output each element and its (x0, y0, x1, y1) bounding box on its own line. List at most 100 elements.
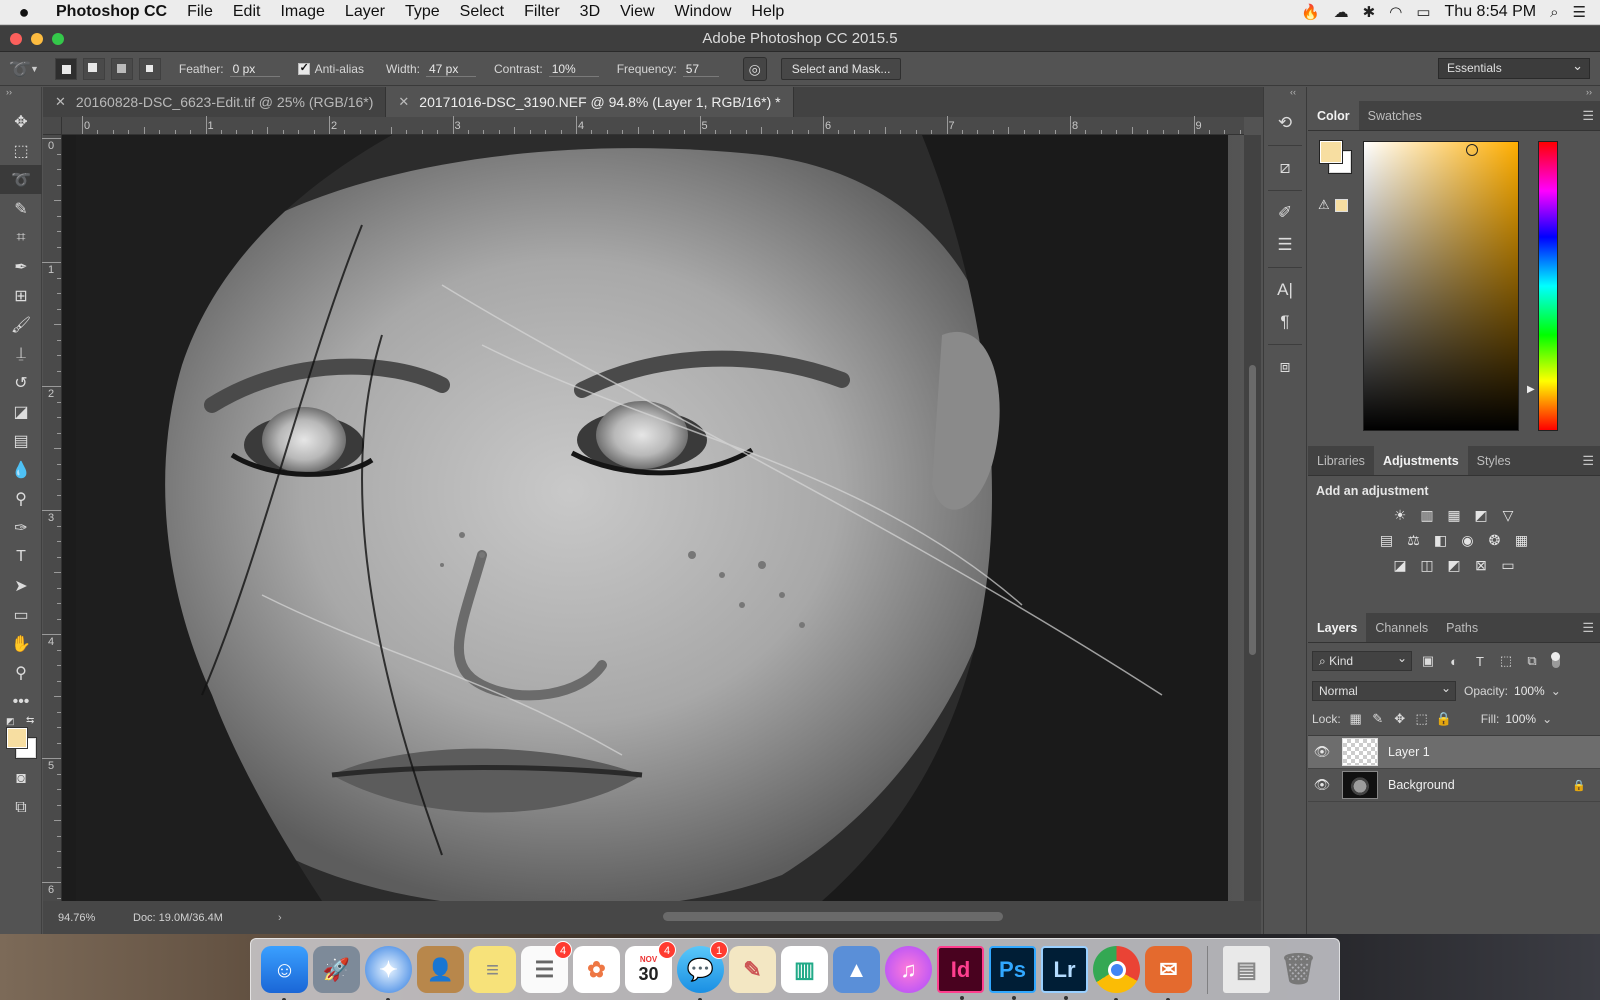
layer-kind-filter-select[interactable]: ⌕ Kind (1312, 649, 1412, 671)
layer-row-layer-1[interactable]: 👁 Layer 1 (1308, 736, 1600, 769)
menubar-clock[interactable]: Thu 8:54 PM (1445, 3, 1537, 21)
brush-panel-icon[interactable]: ✐ (1264, 197, 1306, 229)
paragraph-panel-icon[interactable]: ¶ (1264, 306, 1306, 338)
more-tools-icon[interactable]: ••• (0, 687, 42, 716)
vertical-ruler[interactable]: 0 1 2 3 4 5 6 (42, 135, 62, 901)
menu-filter[interactable]: Filter (514, 3, 570, 21)
notes-icon[interactable]: ≡ (469, 946, 516, 993)
gamut-correction-swatch[interactable] (1335, 199, 1348, 212)
tab-adjustments[interactable]: Adjustments (1373, 446, 1468, 475)
menu-image[interactable]: Image (270, 3, 334, 21)
history-brush-tool-icon[interactable]: ↺ (0, 368, 42, 397)
brush-tool-icon[interactable]: 🖌 (0, 310, 42, 339)
spotlight-search-icon[interactable]: ⌕ (1550, 4, 1558, 21)
preview-app-icon[interactable]: ✉ (1145, 946, 1192, 1000)
brush-presets-icon[interactable]: ☰ (1264, 229, 1306, 261)
tab-color[interactable]: Color (1308, 101, 1359, 130)
menu-view[interactable]: View (610, 3, 664, 21)
zoom-level[interactable]: 94.76% (43, 912, 133, 924)
contacts-icon[interactable]: 👤 (417, 946, 464, 993)
hue-slider[interactable] (1538, 141, 1558, 431)
lock-position-icon[interactable]: ✥ (1389, 711, 1411, 727)
panel-menu-icon[interactable]: ☰ (1582, 620, 1594, 636)
exposure-icon[interactable]: ◩ (1472, 507, 1490, 523)
trash-icon[interactable]: 🗑 (1275, 946, 1322, 993)
opacity-dropdown-icon[interactable]: ⌄ (1551, 684, 1561, 698)
fill-input[interactable]: 100% (1505, 712, 1536, 726)
document-canvas[interactable] (62, 135, 1244, 901)
quick-mask-icon[interactable]: ◙ (0, 764, 42, 793)
ruler-origin[interactable] (43, 117, 62, 135)
layer-name[interactable]: Layer 1 (1388, 745, 1600, 759)
document-tab-1[interactable]: ✕ 20160828-DSC_6623-Edit.tif @ 25% (RGB/… (43, 87, 387, 117)
menu-file[interactable]: File (177, 3, 223, 21)
menu-edit[interactable]: Edit (223, 3, 271, 21)
color-balance-icon[interactable]: ⚖ (1405, 532, 1423, 548)
toolbar-collapse-icon[interactable]: ›› (0, 87, 41, 107)
crop-tool-icon[interactable]: ⌗ (0, 223, 42, 252)
close-tab-icon[interactable]: ✕ (55, 94, 66, 110)
menu-help[interactable]: Help (741, 3, 794, 21)
hue-saturation-icon[interactable]: ▤ (1378, 532, 1396, 548)
battery-icon[interactable]: ▭ (1416, 3, 1430, 21)
invert-icon[interactable]: ◪ (1391, 557, 1409, 573)
gradient-map-icon[interactable]: ▭ (1499, 557, 1517, 573)
reminders-icon[interactable]: ☰ 4 (521, 941, 572, 993)
quick-selection-tool-icon[interactable]: ✎ (0, 194, 42, 223)
3d-panel-icon[interactable]: ⧈ (1264, 351, 1306, 383)
visibility-eye-icon[interactable]: 👁 (1308, 777, 1336, 793)
tool-preset-dropdown-icon[interactable]: ▼ (30, 64, 39, 74)
type-layer-filter-icon[interactable]: T (1470, 654, 1490, 669)
vertical-scroll-thumb[interactable] (1249, 365, 1256, 655)
feather-input[interactable]: 0 px (229, 62, 280, 77)
numbers-icon[interactable]: ▥ (781, 946, 828, 993)
opacity-input[interactable]: 100% (1514, 684, 1545, 698)
menu-layer[interactable]: Layer (335, 3, 395, 21)
lock-image-pixels-icon[interactable]: ✎ (1367, 711, 1389, 727)
add-to-selection-button[interactable] (82, 58, 105, 80)
indesign-icon[interactable]: Id (937, 946, 984, 1000)
marquee-tool-icon[interactable]: ⬚ (0, 136, 42, 165)
blend-mode-select[interactable]: Normal (1312, 679, 1456, 701)
tab-channels[interactable]: Channels (1366, 613, 1437, 642)
gamut-warning-icon[interactable]: ⚠ (1318, 197, 1330, 213)
adjustment-layer-filter-icon[interactable]: ◐ (1444, 654, 1464, 669)
magnetic-lasso-tool-icon[interactable]: ➰ (0, 165, 42, 194)
close-tab-icon[interactable]: ✕ (398, 94, 409, 110)
horizontal-ruler[interactable]: 0 1 2 3 4 5 6 7 8 9 (62, 116, 1244, 135)
channel-mixer-icon[interactable]: ❂ (1486, 532, 1504, 548)
calendar-icon[interactable]: NOV 30 4 (625, 941, 676, 993)
blur-tool-icon[interactable]: 💧 (0, 455, 42, 484)
new-selection-button[interactable] (54, 58, 77, 80)
pixel-layer-filter-icon[interactable]: ▣ (1418, 653, 1438, 669)
horizontal-scroll-thumb[interactable] (663, 912, 1003, 921)
collapse-strip-icon[interactable]: ‹‹ (1264, 87, 1306, 107)
selective-color-icon[interactable]: ⊠ (1472, 557, 1490, 573)
window-zoom-button[interactable] (52, 33, 64, 45)
eyedropper-tool-icon[interactable]: ✒ (0, 252, 42, 281)
contrast-input[interactable]: 10% (548, 62, 599, 77)
pen-tool-icon[interactable]: ✑ (0, 513, 42, 542)
levels-icon[interactable]: ▥ (1418, 507, 1436, 523)
swap-colors-icon[interactable]: ⇆ (26, 715, 34, 726)
intersect-selection-button[interactable] (138, 58, 161, 80)
lock-transparent-pixels-icon[interactable]: ▦ (1345, 711, 1367, 727)
wifi-icon[interactable]: ◠ (1389, 3, 1402, 21)
color-lookup-icon[interactable]: ▦ (1513, 532, 1531, 548)
flame-icon[interactable]: 🔥 (1301, 3, 1320, 21)
clone-source-panel-icon[interactable]: ⧄ (1264, 152, 1306, 184)
workspace-select[interactable]: Essentials (1438, 56, 1590, 79)
chrome-icon[interactable] (1093, 946, 1140, 1000)
messages-icon[interactable]: 💬 1 (677, 941, 728, 1000)
tab-swatches[interactable]: Swatches (1359, 101, 1431, 130)
layer-row-background[interactable]: 👁 Background 🔒 (1308, 769, 1600, 802)
tablet-pressure-icon[interactable]: ◎ (742, 57, 767, 81)
keynote-icon[interactable]: ▲ (833, 946, 880, 993)
lock-artboard-icon[interactable]: ⬚ (1411, 711, 1433, 727)
gradient-tool-icon[interactable]: ▤ (0, 426, 42, 455)
fill-dropdown-icon[interactable]: ⌄ (1542, 712, 1552, 726)
photos-icon[interactable]: ✿ (573, 946, 620, 993)
photoshop-icon[interactable]: Ps (989, 946, 1036, 1000)
color-picker-field[interactable] (1363, 141, 1519, 431)
menu-3d[interactable]: 3D (570, 3, 610, 21)
